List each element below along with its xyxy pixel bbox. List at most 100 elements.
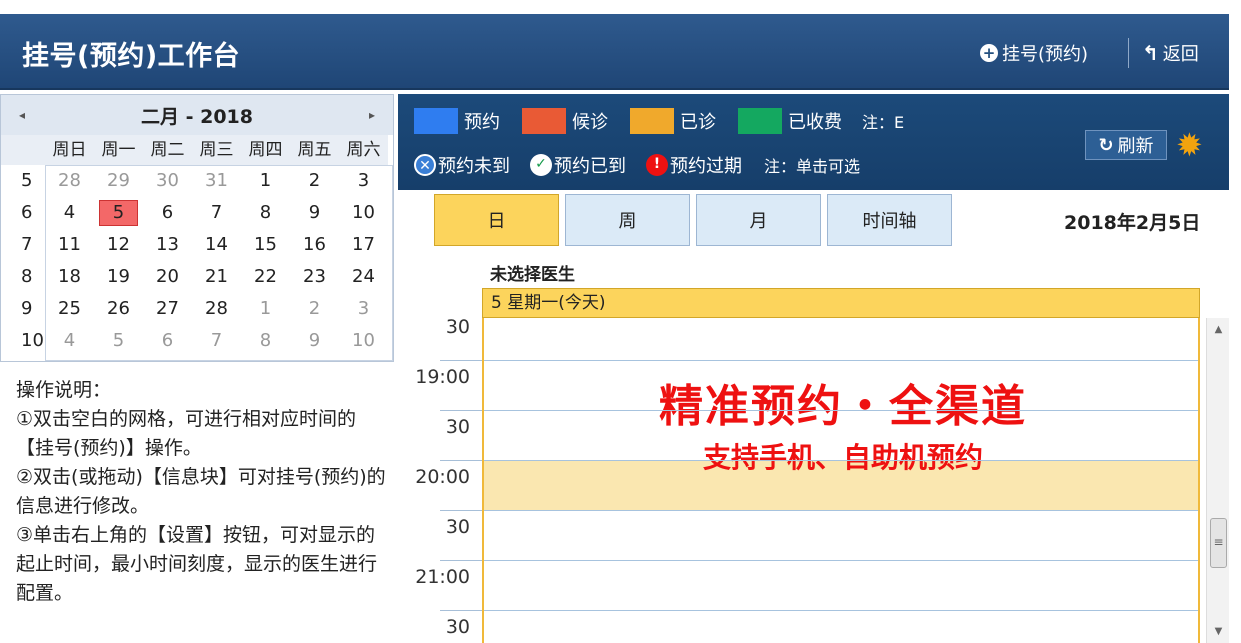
- calendar-day[interactable]: 15: [241, 229, 290, 261]
- top-band: [0, 0, 1241, 14]
- calendar-day[interactable]: 2: [290, 293, 339, 325]
- calendar-day[interactable]: 14: [192, 229, 241, 261]
- calendar-day-selected[interactable]: 5: [99, 200, 138, 226]
- calendar-day[interactable]: 30: [143, 165, 192, 197]
- day-header: 5 星期一(今天): [482, 288, 1200, 318]
- calendar-day[interactable]: 6: [143, 197, 192, 229]
- calendar-day[interactable]: 7: [192, 197, 241, 229]
- calendar-day[interactable]: 20: [143, 261, 192, 293]
- grid-line: [484, 410, 1198, 411]
- calendar-day[interactable]: 2: [290, 165, 339, 197]
- next-month-icon[interactable]: ▸: [369, 108, 375, 122]
- scroll-thumb[interactable]: ≡: [1210, 518, 1227, 568]
- instructions: 操作说明： ①双击空白的网格，可进行相对应时间的【挂号(预约)】操作。 ②双击(…: [16, 376, 388, 608]
- current-date: 2018年2月5日: [1064, 212, 1201, 234]
- vertical-scrollbar[interactable]: ▲ ≡ ▼: [1206, 318, 1229, 643]
- view-day-button[interactable]: 日: [434, 194, 559, 246]
- time-tick: [440, 610, 482, 611]
- legend-note-2: 注：单击可选: [764, 157, 861, 176]
- calendar-day[interactable]: 1: [241, 165, 290, 197]
- weekday-label: 周三: [192, 135, 241, 165]
- week-number: 6: [1, 197, 45, 229]
- not-arrived-icon: ✕: [414, 154, 436, 176]
- doctor-label: 未选择医生: [490, 265, 575, 285]
- status-arrived: 预约已到: [554, 156, 626, 177]
- calendar-day[interactable]: 13: [143, 229, 192, 261]
- calendar-day[interactable]: 21: [192, 261, 241, 293]
- calendar-day[interactable]: 4: [45, 325, 94, 357]
- calendar-day[interactable]: 18: [45, 261, 94, 293]
- calendar-day[interactable]: 29: [94, 165, 143, 197]
- legend-swatch-waiting: [522, 108, 566, 134]
- calendar-day[interactable]: 3: [339, 165, 388, 197]
- week-number: 10: [1, 325, 45, 357]
- plus-icon: +: [980, 44, 998, 62]
- calendar-day[interactable]: 8: [241, 325, 290, 357]
- view-month-button[interactable]: 月: [696, 194, 821, 246]
- legend-colors: 预约 候诊 已诊 已收费 注：E: [414, 108, 904, 134]
- back-button[interactable]: ↰ 返回: [1142, 40, 1199, 66]
- scroll-up-icon[interactable]: ▲: [1207, 324, 1230, 335]
- status-legend: 预约 候诊 已诊 已收费 注：E ✕ 预约未到 ✓ 预约已到 ! 预约过期 注：…: [398, 94, 1229, 190]
- calendar-day[interactable]: 28: [192, 293, 241, 325]
- grid-line: [484, 560, 1198, 561]
- calendar-day[interactable]: 24: [339, 261, 388, 293]
- calendar-corner: [1, 135, 45, 165]
- calendar-day[interactable]: 1: [241, 293, 290, 325]
- calendar-day[interactable]: 17: [339, 229, 388, 261]
- calendar-day[interactable]: 26: [94, 293, 143, 325]
- instructions-title: 操作说明：: [16, 379, 112, 401]
- time-axis: 30 19:00 30 20:00 30 21:00 30: [400, 316, 482, 643]
- calendar-day[interactable]: 10: [339, 325, 388, 357]
- legend-swatch-booked: [414, 108, 458, 134]
- app-header: 挂号(预约)工作台 + 挂号(预约) ↰ 返回: [0, 14, 1229, 90]
- back-arrow-icon: ↰: [1142, 41, 1159, 65]
- time-tick: [440, 510, 482, 511]
- calendar-day[interactable]: 25: [45, 293, 94, 325]
- calendar-day[interactable]: 7: [192, 325, 241, 357]
- view-timeline-button[interactable]: 时间轴: [827, 194, 952, 246]
- calendar-month-label: 二月 - 2018: [141, 105, 253, 128]
- refresh-button[interactable]: ↻ 刷新: [1085, 130, 1167, 160]
- calendar-day[interactable]: 5: [94, 325, 143, 357]
- scroll-down-icon[interactable]: ▼: [1207, 626, 1230, 637]
- calendar-day[interactable]: 9: [290, 325, 339, 357]
- calendar-day[interactable]: 3: [339, 293, 388, 325]
- instructions-line-2: ②双击(或拖动)【信息块】可对挂号(预约)的信息进行修改。: [16, 466, 386, 517]
- calendar-day[interactable]: 4: [45, 197, 94, 229]
- calendar-day[interactable]: 11: [45, 229, 94, 261]
- weekday-label: 周四: [241, 135, 290, 165]
- legend-label-seen: 已诊: [680, 112, 716, 133]
- calendar-day[interactable]: 23: [290, 261, 339, 293]
- prev-month-icon[interactable]: ◂: [19, 108, 25, 122]
- refresh-label: 刷新: [1117, 136, 1154, 157]
- calendar-day[interactable]: 12: [94, 229, 143, 261]
- calendar-day[interactable]: 16: [290, 229, 339, 261]
- legend-swatch-seen: [630, 108, 674, 134]
- gear-icon[interactable]: ✹: [1176, 126, 1203, 164]
- calendar-day[interactable]: 19: [94, 261, 143, 293]
- calendar-day[interactable]: 8: [241, 197, 290, 229]
- calendar-day[interactable]: 22: [241, 261, 290, 293]
- promo-subtitle: 支持手机、自助机预约: [702, 441, 983, 474]
- register-button[interactable]: + 挂号(预约): [980, 40, 1088, 66]
- calendar-day[interactable]: 27: [143, 293, 192, 325]
- calendar-day[interactable]: 28: [45, 165, 94, 197]
- calendar-day[interactable]: 10: [339, 197, 388, 229]
- time-tick: [440, 410, 482, 411]
- calendar-day[interactable]: 6: [143, 325, 192, 357]
- legend-label-waiting: 候诊: [572, 112, 608, 133]
- legend-swatch-paid: [738, 108, 782, 134]
- app-title: 挂号(预约)工作台: [22, 41, 241, 72]
- arrived-check-icon: ✓: [530, 154, 552, 176]
- schedule-grid[interactable]: 精准预约・全渠道 支持手机、自助机预约: [482, 318, 1200, 643]
- view-week-button[interactable]: 周: [565, 194, 690, 246]
- instructions-line-3: ③单击右上角的【设置】按钮，可对显示的起止时间，最小时间刻度，显示的医生进行配置…: [16, 524, 378, 604]
- time-label: 21:00: [415, 566, 470, 588]
- weekday-label: 周六: [339, 135, 388, 165]
- expired-alert-icon: !: [646, 154, 668, 176]
- time-tick: [440, 460, 482, 461]
- calendar-day[interactable]: 9: [290, 197, 339, 229]
- calendar-day[interactable]: 31: [192, 165, 241, 197]
- weekday-label: 周二: [143, 135, 192, 165]
